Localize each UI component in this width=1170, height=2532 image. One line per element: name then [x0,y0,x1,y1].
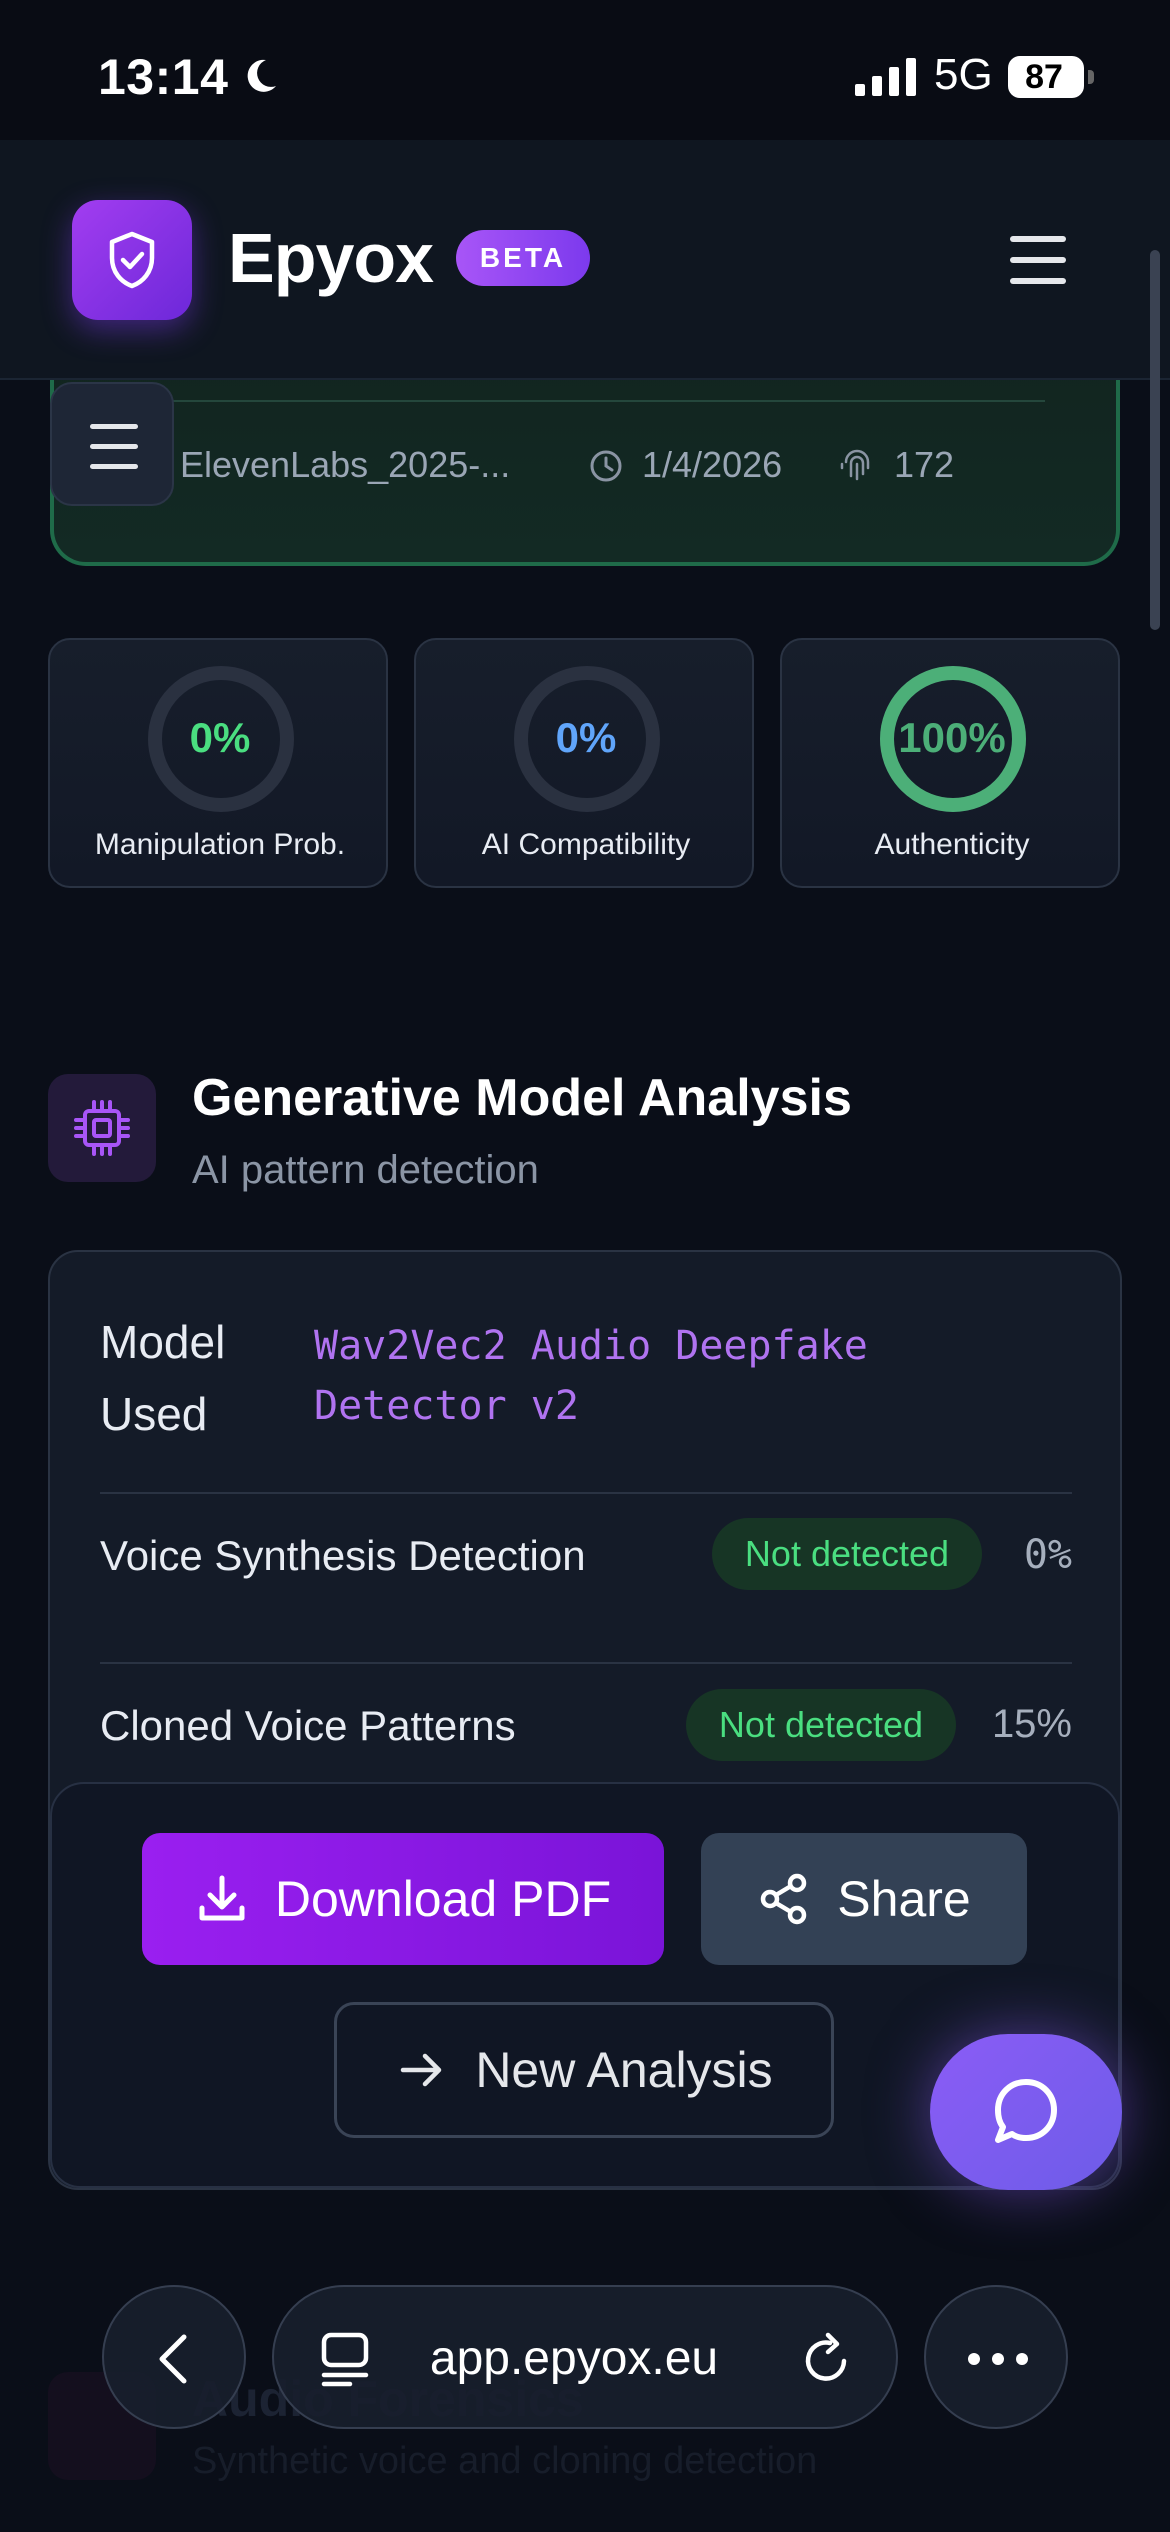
metric-ai-compatibility: 0% AI Compatibility [414,638,754,888]
cpu-chip-icon [74,1100,130,1156]
row-percent: 0% [1023,1532,1072,1578]
divider [110,400,1045,402]
new-analysis-label: New Analysis [475,2042,773,2098]
moon-icon [247,59,276,92]
download-icon [199,1875,245,1921]
beta-badge: BETA [456,230,590,286]
url-text: app.epyox.eu [429,2332,719,2385]
divider [100,1492,1072,1494]
battery-level: 87 [1025,58,1063,96]
clock-icon [590,450,622,482]
metric-label: AI Compatibility [481,828,691,861]
logo[interactable] [72,200,192,320]
reader-icon [321,2332,369,2387]
next-section-subtitle: Synthetic voice and cloning detection [192,2440,818,2482]
model-value: Wav2Vec2 Audio Deepfake Detector v2 [314,1323,868,1429]
share-label: Share [837,1871,971,1927]
metric-value: 0% [189,714,251,761]
chat-bubble-icon [995,2079,1057,2143]
sample-count: 172 [894,444,955,485]
file-name: ElevenLabs_2025-... [180,444,511,485]
metric-manipulation-probability: 0% Manipulation Prob. [48,638,388,888]
status-badge: Not detected [686,1689,956,1761]
divider [100,1662,1072,1664]
status-badge: Not detected [712,1518,982,1590]
metric-value: 100% [898,714,1006,761]
chevron-left-icon [159,2334,187,2384]
reload-icon[interactable] [800,2331,854,2387]
row-label: Voice Synthesis Detection [100,1532,586,1579]
metric-value: 0% [555,714,617,761]
metric-label: Authenticity [874,828,1030,861]
row-percent: 15% [991,1702,1072,1746]
more-dots-icon [968,2353,1028,2365]
network-type: 5G [934,50,993,99]
status-bar: 13:14 5G 87 [0,0,1170,140]
section-title: Generative Model Analysis [192,1069,852,1127]
download-label: Download PDF [274,1871,612,1927]
share-button[interactable]: Share [701,1833,1027,1965]
chat-button[interactable] [930,2034,1122,2190]
shield-check-icon [109,231,155,289]
status-time: 13:14 [98,49,229,105]
fingerprint-icon [840,449,870,481]
battery-icon: 87 [1008,56,1094,98]
arrow-right-icon [401,2053,442,2087]
metric-authenticity: 100% Authenticity [780,638,1120,888]
section-icon [48,1074,156,1182]
section-subtitle: AI pattern detection [192,1148,539,1192]
page: 13:14 5G 87 ElevenLabs_2025-... 1/4/2026… [0,0,1170,2532]
model-label: Model Used [100,1316,226,1440]
hamburger-menu-icon[interactable] [1000,230,1076,290]
address-bar[interactable]: app.epyox.eu [272,2285,898,2429]
row-label: Cloned Voice Patterns [100,1702,516,1749]
app-header: Epyox BETA [0,140,1170,380]
signal-icon [855,58,916,96]
sidebar-toggle-button[interactable] [50,382,174,506]
analysis-date: 1/4/2026 [642,444,783,485]
browser-back-button[interactable] [102,2285,246,2429]
metric-label: Manipulation Prob. [94,828,346,861]
share-icon [761,1873,807,1925]
scrollbar[interactable] [1150,250,1160,630]
brand-name: Epyox [228,219,434,297]
download-pdf-button[interactable]: Download PDF [142,1833,664,1965]
new-analysis-button[interactable]: New Analysis [334,2002,834,2138]
more-options-button[interactable] [924,2285,1068,2429]
